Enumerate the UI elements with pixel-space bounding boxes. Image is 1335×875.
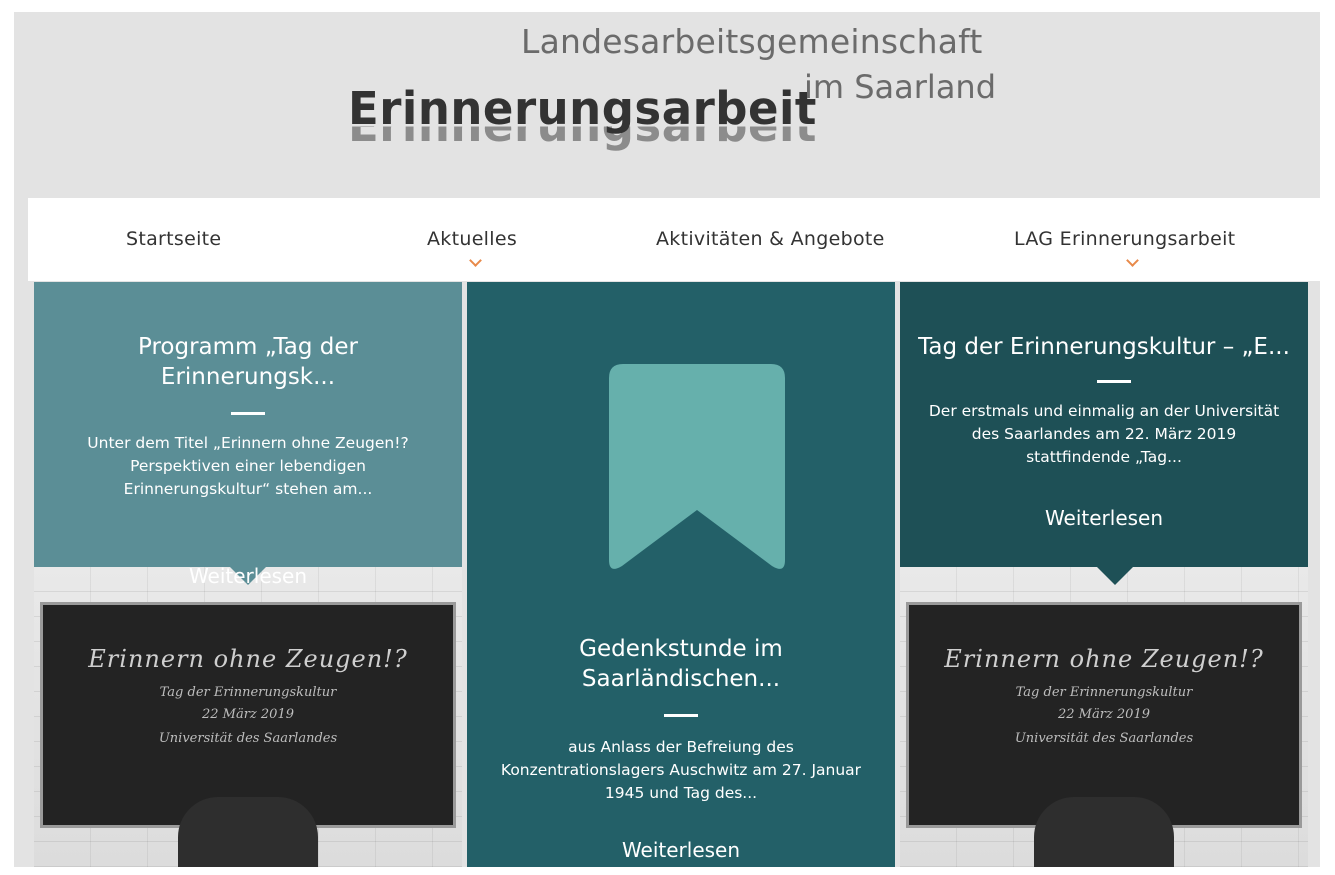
chalk-text: Tag der Erinnerungskultur <box>1015 685 1193 700</box>
read-more-link[interactable]: Weiterlesen <box>467 838 895 862</box>
chair <box>1034 797 1174 867</box>
read-more-link[interactable]: Weiterlesen <box>900 506 1308 530</box>
logo-main-word: Erinnerungsarbeit <box>348 82 817 135</box>
page: Landesarbeitsgemeinschaft Erinnerungsarb… <box>14 12 1320 867</box>
news-card-1[interactable]: Programm „Tag der Erinnerungsk... Unter … <box>34 282 462 867</box>
chalk-text: 22 März 2019 <box>201 707 294 722</box>
chalk-text: Universität des Saarlandes <box>1014 731 1194 746</box>
chalkboard: Erinnern ohne Zeugen!? Tag der Erinnerun… <box>906 602 1302 828</box>
logo-top-line: Landesarbeitsgemeinschaft <box>521 22 983 61</box>
chalkboard-photo: Erinnern ohne Zeugen!? Tag der Erinnerun… <box>900 567 1308 867</box>
divider <box>1097 380 1131 383</box>
card-excerpt: Unter dem Titel „Erinnern ohne Zeugen!? … <box>87 434 409 498</box>
chevron-down-icon[interactable] <box>469 254 482 267</box>
nav-item-lag-erinnerungsarbeit[interactable]: LAG Erinnerungsarbeit <box>1014 228 1235 250</box>
main-navigation: Startseite Aktuelles Aktivitäten & Angeb… <box>28 198 1320 281</box>
nav-item-startseite[interactable]: Startseite <box>126 228 221 250</box>
chalk-text: 22 März 2019 <box>1057 707 1150 722</box>
chalk-text: Erinnern ohne Zeugen!? <box>88 645 408 673</box>
chalk-text: Tag der Erinnerungskultur <box>159 685 337 700</box>
card-title[interactable]: Gedenkstunde im Saarländischen... <box>487 634 875 694</box>
logo-sub-line: im Saarland <box>804 68 997 106</box>
bookmark-icon <box>609 364 785 569</box>
divider <box>231 412 265 415</box>
nav-item-aktivitaeten[interactable]: Aktivitäten & Angebote <box>656 228 885 250</box>
chair <box>178 797 318 867</box>
read-more-link[interactable]: Weiterlesen <box>34 564 462 588</box>
news-card-3[interactable]: Tag der Erinnerungskultur – „E... Der er… <box>900 282 1308 867</box>
divider <box>664 714 698 717</box>
card-excerpt: Der erstmals und einmalig an der Univers… <box>928 402 1280 466</box>
chalkboard: Erinnern ohne Zeugen!? Tag der Erinnerun… <box>40 602 456 828</box>
card-title[interactable]: Tag der Erinnerungskultur – „E... <box>910 332 1298 362</box>
site-logo[interactable]: Landesarbeitsgemeinschaft Erinnerungsarb… <box>14 12 1320 197</box>
card-excerpt: aus Anlass der Befreiung des Konzentrati… <box>500 738 862 802</box>
chalk-text: Erinnern ohne Zeugen!? <box>944 645 1264 673</box>
news-card-2[interactable]: Gedenkstunde im Saarländischen... aus An… <box>467 282 895 867</box>
chevron-down-icon[interactable] <box>1126 254 1139 267</box>
pointer-notch <box>1097 567 1133 585</box>
card-title[interactable]: Programm „Tag der Erinnerungsk... <box>54 332 442 392</box>
chalk-text: Universität des Saarlandes <box>158 731 338 746</box>
chalkboard-photo: Erinnern ohne Zeugen!? Tag der Erinnerun… <box>34 567 462 867</box>
nav-item-aktuelles[interactable]: Aktuelles <box>427 228 517 250</box>
